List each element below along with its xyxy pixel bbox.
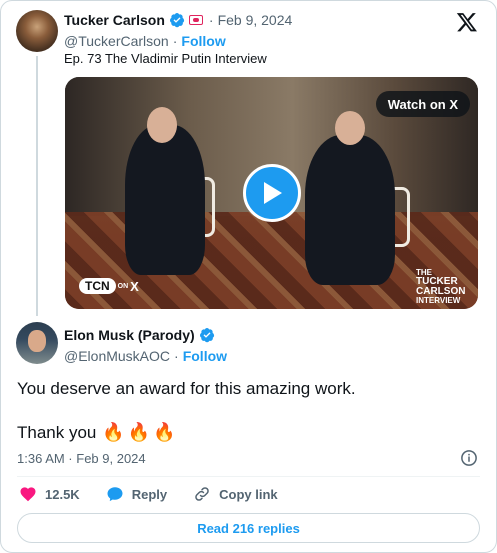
fire-emoji: 🔥	[127, 422, 151, 442]
reply-button[interactable]: Reply	[106, 485, 167, 503]
fire-emoji: 🔥	[102, 422, 125, 442]
watermark-line: INTERVIEW	[416, 296, 461, 305]
watch-on-x-button[interactable]: Watch on X	[375, 91, 470, 117]
action-bar: 12.5K Reply Copy link	[19, 485, 304, 503]
info-icon[interactable]	[460, 449, 478, 467]
tweet-text-line: You deserve an award for this amazing wo…	[17, 379, 356, 398]
copy-link-button[interactable]: Copy link	[193, 485, 278, 503]
verified-icon	[169, 13, 185, 28]
link-icon	[195, 487, 209, 501]
author-handle[interactable]: @ElonMuskAOC	[64, 348, 170, 364]
like-button[interactable]: 12.5K	[19, 485, 80, 503]
separator: ·	[172, 33, 178, 49]
video-scene-head	[147, 107, 177, 143]
x-logo-icon[interactable]	[456, 11, 478, 33]
quoted-header: Tucker Carlson · Feb 9, 2024	[64, 12, 292, 28]
video-scene-person	[305, 135, 395, 285]
channel-on: ON	[117, 282, 129, 290]
channel-platform: X	[130, 278, 139, 294]
author-name[interactable]: Tucker Carlson	[64, 12, 165, 28]
verified-icon	[199, 328, 214, 343]
heart-icon	[20, 487, 36, 502]
tweet-card: Tucker Carlson · Feb 9, 2024 @TuckerCarl…	[0, 0, 497, 553]
quoted-subheader: @TuckerCarlson · Follow	[64, 33, 226, 49]
video-scene-person	[125, 125, 205, 275]
avatar-elon[interactable]	[16, 322, 58, 364]
reply-bubble-icon	[107, 487, 123, 502]
follow-button[interactable]: Follow	[181, 33, 225, 49]
affiliate-badge-icon	[188, 15, 203, 25]
read-replies-button[interactable]: Read 216 replies	[17, 513, 480, 543]
fire-emoji: 🔥	[153, 422, 176, 442]
tweet-text-line: Thank you 🔥 🔥 🔥	[17, 422, 176, 443]
separator: ·	[174, 348, 179, 364]
tweet-header: Elon Musk (Parody)	[64, 327, 215, 343]
copy-link-label: Copy link	[219, 486, 278, 502]
interview-watermark: THE TUCKER CARLSON INTERVIEW	[416, 269, 468, 305]
thread-line	[36, 56, 38, 316]
like-count: 12.5K	[45, 486, 80, 502]
separator: ·	[208, 12, 214, 28]
quoted-tweet-text: Ep. 73 The Vladimir Putin Interview	[64, 51, 267, 66]
tweet-timestamp[interactable]: 1:36 AM · Feb 9, 2024	[17, 451, 146, 466]
play-button[interactable]	[243, 164, 301, 222]
quoted-date[interactable]: Feb 9, 2024	[218, 12, 293, 28]
avatar-tucker[interactable]	[16, 10, 58, 52]
video-scene-head	[335, 111, 365, 145]
divider	[17, 476, 480, 477]
tweet-subheader: @ElonMuskAOC · Follow	[64, 348, 227, 364]
channel-name: TCN	[79, 278, 116, 294]
author-handle[interactable]: @TuckerCarlson	[64, 33, 169, 49]
author-name[interactable]: Elon Musk (Parody)	[64, 327, 195, 343]
reply-label: Reply	[131, 486, 168, 502]
video-player[interactable]: Watch on X TCN ON X THE TUCKER CARLSON I…	[65, 77, 478, 309]
tweet-text-thankyou: Thank you	[17, 422, 97, 442]
channel-badge: TCN ON X	[79, 278, 139, 294]
play-icon	[264, 182, 282, 204]
follow-button[interactable]: Follow	[183, 348, 227, 364]
